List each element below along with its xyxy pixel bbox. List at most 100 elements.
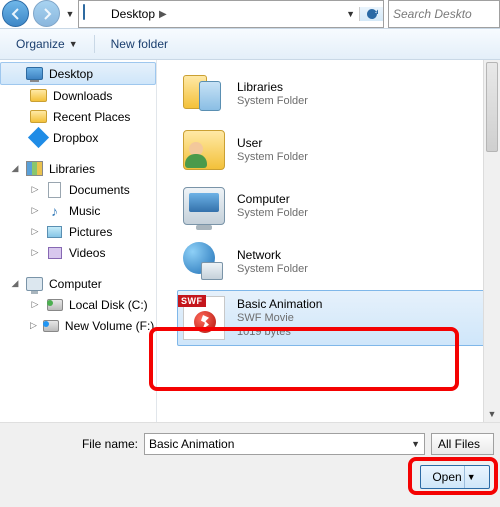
nav-history-dropdown[interactable]: ▼ xyxy=(62,0,78,28)
address-bar: ▼ Desktop ▶ ▼ Search Deskto xyxy=(0,0,500,28)
expand-icon[interactable]: ▷ xyxy=(30,320,37,331)
search-input[interactable]: Search Deskto xyxy=(388,0,500,28)
chevron-down-icon: ▼ xyxy=(66,9,75,19)
chevron-right-icon: ▶ xyxy=(159,9,167,20)
nav-group-libraries: ◢ Libraries ▷ Documents ▷ ♪ Music ▷ Pict… xyxy=(0,158,156,263)
scroll-down-icon[interactable]: ▼ xyxy=(484,405,500,422)
breadcrumb[interactable]: Desktop ▶ xyxy=(105,7,173,21)
nav-item-music[interactable]: ▷ ♪ Music xyxy=(0,200,156,221)
nav-item-local-disk-c[interactable]: ▷ Local Disk (C:) xyxy=(0,294,156,315)
item-subtitle: System Folder xyxy=(237,206,308,220)
expand-icon[interactable]: ▷ xyxy=(30,205,40,216)
scroll-thumb[interactable] xyxy=(486,62,498,152)
item-subtitle: System Folder xyxy=(237,94,308,108)
item-title: Libraries xyxy=(237,80,308,94)
file-type-filter[interactable]: All Files xyxy=(431,433,494,455)
folder-icon xyxy=(30,108,47,125)
item-title: Computer xyxy=(237,192,308,206)
nav-item-pictures[interactable]: ▷ Pictures xyxy=(0,221,156,242)
open-split-dropdown[interactable]: ▼ xyxy=(464,466,478,488)
file-list: Libraries System Folder User System Fold… xyxy=(157,60,500,422)
nav-label: Dropbox xyxy=(53,131,98,145)
nav-label: New Volume (F:) xyxy=(65,319,154,333)
filename-input[interactable]: Basic Animation ▼ xyxy=(144,433,425,455)
pictures-icon xyxy=(46,223,63,240)
separator xyxy=(94,35,95,53)
open-label: Open xyxy=(432,470,461,484)
item-title: User xyxy=(237,136,308,150)
collapse-icon[interactable]: ◢ xyxy=(10,278,20,289)
document-icon xyxy=(46,181,63,198)
filename-value: Basic Animation xyxy=(149,437,234,451)
bottom-panel: File name: Basic Animation ▼ All Files O… xyxy=(0,422,500,507)
nav-label: Local Disk (C:) xyxy=(69,298,148,312)
nav-item-videos[interactable]: ▷ Videos xyxy=(0,242,156,263)
nav-forward-button[interactable] xyxy=(33,0,60,27)
collapse-icon[interactable]: ◢ xyxy=(10,163,20,174)
explorer-body: Desktop Downloads Recent Places Dropbox … xyxy=(0,60,500,422)
list-item[interactable]: Computer System Folder xyxy=(177,178,490,234)
libraries-icon xyxy=(26,160,43,177)
nav-label: Pictures xyxy=(69,225,112,239)
nav-label: Desktop xyxy=(49,67,93,81)
scrollbar[interactable]: ▲ ▼ xyxy=(483,60,500,422)
folder-icon xyxy=(30,87,47,104)
arrow-left-icon xyxy=(10,8,22,20)
expand-icon[interactable]: ▷ xyxy=(30,226,40,237)
item-subtitle: System Folder xyxy=(237,150,308,164)
nav-back-button[interactable] xyxy=(2,0,29,27)
address-dropdown[interactable]: ▼ xyxy=(342,9,359,19)
nav-group-favorites: Desktop Downloads Recent Places Dropbox xyxy=(0,62,156,148)
search-placeholder: Search Deskto xyxy=(393,7,472,21)
breadcrumb-label: Desktop xyxy=(111,7,155,21)
music-icon: ♪ xyxy=(46,202,63,219)
nav-label: Computer xyxy=(49,277,102,291)
nav-item-desktop[interactable]: Desktop xyxy=(0,62,156,85)
nav-item-documents[interactable]: ▷ Documents xyxy=(0,179,156,200)
nav-group-computer: ◢ Computer ▷ Local Disk (C:) ▷ New Volum… xyxy=(0,273,156,336)
item-title: Network xyxy=(237,248,308,262)
nav-item-new-volume-f[interactable]: ▷ New Volume (F:) xyxy=(0,315,156,336)
disk-icon xyxy=(46,296,63,313)
filter-label: All Files xyxy=(438,437,480,451)
expand-icon[interactable]: ▷ xyxy=(30,184,40,195)
nav-label: Music xyxy=(69,204,100,218)
expand-icon[interactable]: ▷ xyxy=(30,247,40,258)
nav-item-dropbox[interactable]: Dropbox xyxy=(0,127,156,148)
list-item[interactable]: User System Folder xyxy=(177,122,490,178)
nav-item-computer[interactable]: ◢ Computer xyxy=(0,273,156,294)
nav-item-recent-places[interactable]: Recent Places xyxy=(0,106,156,127)
chevron-down-icon: ▼ xyxy=(411,439,420,449)
expand-icon[interactable]: ▷ xyxy=(30,299,40,310)
desktop-icon xyxy=(26,65,43,82)
libraries-icon xyxy=(181,71,227,117)
nav-item-downloads[interactable]: Downloads xyxy=(0,85,156,106)
computer-icon xyxy=(181,183,227,229)
list-item-selected[interactable]: SWF Basic Animation SWF Movie 1019 bytes xyxy=(177,290,490,346)
computer-icon xyxy=(26,275,43,292)
swf-file-icon: SWF xyxy=(181,295,227,341)
item-title: Basic Animation xyxy=(237,297,322,311)
organize-button[interactable]: Organize ▼ xyxy=(8,33,86,55)
new-folder-button[interactable]: New folder xyxy=(103,33,176,55)
open-button[interactable]: Open ▼ xyxy=(420,465,490,489)
filename-label: File name: xyxy=(6,437,138,451)
item-subtitle: SWF Movie xyxy=(237,311,322,325)
list-item[interactable]: Libraries System Folder xyxy=(177,66,490,122)
nav-label: Downloads xyxy=(53,89,112,103)
nav-label: Documents xyxy=(69,183,130,197)
new-folder-label: New folder xyxy=(111,37,168,51)
nav-item-libraries[interactable]: ◢ Libraries xyxy=(0,158,156,179)
refresh-icon xyxy=(365,7,379,21)
nav-label: Recent Places xyxy=(53,110,130,124)
organize-label: Organize xyxy=(16,37,65,51)
chevron-down-icon: ▼ xyxy=(69,39,78,49)
disk-icon xyxy=(43,317,59,334)
network-icon xyxy=(181,239,227,285)
videos-icon xyxy=(46,244,63,261)
refresh-button[interactable] xyxy=(359,7,383,21)
address-box[interactable]: Desktop ▶ ▼ xyxy=(78,0,384,28)
nav-label: Libraries xyxy=(49,162,95,176)
list-item[interactable]: Network System Folder xyxy=(177,234,490,290)
user-folder-icon xyxy=(181,127,227,173)
